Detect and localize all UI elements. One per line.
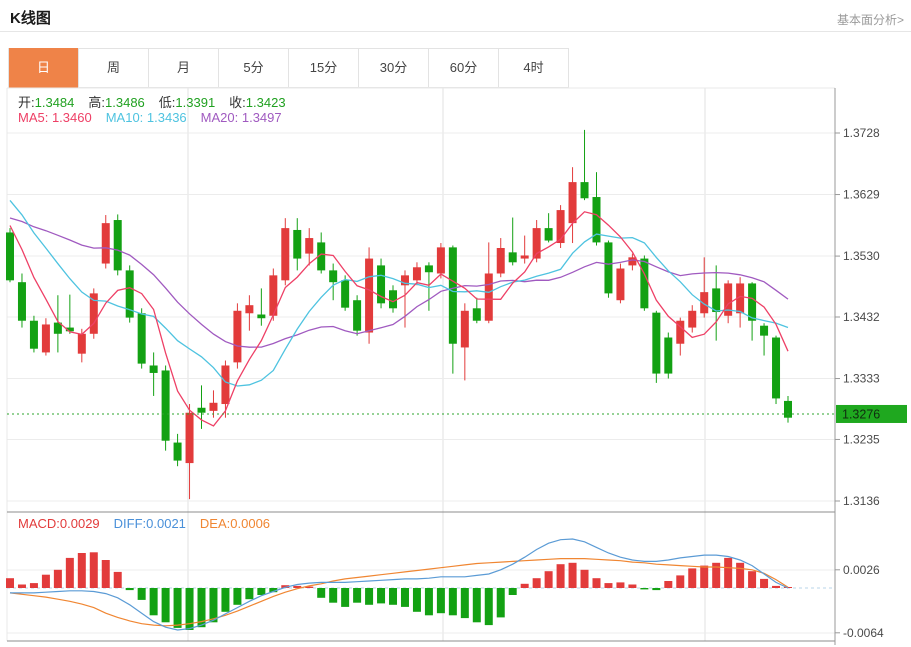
- ma-legend: MA5: 1.3460 MA10: 1.3436 MA20: 1.3497: [18, 110, 296, 125]
- macd-legend-item-1: DIFF:0.0021: [114, 516, 186, 531]
- current-price-badge: 1.3276: [836, 405, 907, 423]
- ma5-line: [10, 212, 788, 426]
- svg-text:1.3432: 1.3432: [843, 310, 880, 324]
- svg-text:1.3728: 1.3728: [843, 126, 880, 140]
- macd-legend: MACD:0.0029 DIFF:0.0021 DEA:0.0006: [18, 516, 284, 531]
- macd-legend-item-2: DEA:0.0006: [200, 516, 270, 531]
- macd-histogram[interactable]: [6, 552, 792, 630]
- candles[interactable]: [6, 130, 792, 499]
- macd-axis-labels: 0.0026 -0.0064: [835, 563, 884, 640]
- ma-legend-item-1: MA10: 1.3436: [106, 110, 187, 125]
- ma-legend-item-2: MA20: 1.3497: [201, 110, 282, 125]
- macd-legend-item-0: MACD:0.0029: [18, 516, 100, 531]
- dea-line: [10, 559, 788, 626]
- svg-text:1.3333: 1.3333: [843, 372, 880, 386]
- price-axis-labels: 1.3728 1.3629 1.3530 1.3432 1.3333 1.3235 1.31…: [835, 126, 880, 508]
- svg-text:1.3629: 1.3629: [843, 188, 880, 202]
- ohlc-item-0: 开:1.3484: [18, 95, 74, 110]
- pane-borders: [7, 88, 835, 645]
- svg-text:0.0026: 0.0026: [843, 563, 880, 577]
- ohlc-legend: 开:1.3484 高:1.3486 低:1.3391 收:1.3423: [18, 92, 300, 111]
- ohlc-item-2: 低:1.3391: [159, 95, 215, 110]
- svg-text:1.3235: 1.3235: [843, 432, 880, 446]
- ohlc-item-1: 高:1.3486: [88, 95, 144, 110]
- ma-legend-item-0: MA5: 1.3460: [18, 110, 92, 125]
- svg-text:1.3276: 1.3276: [842, 407, 880, 421]
- ohlc-item-3: 收:1.3423: [229, 95, 285, 110]
- svg-text:-0.0064: -0.0064: [843, 626, 884, 640]
- svg-text:1.3136: 1.3136: [843, 494, 880, 508]
- svg-text:1.3530: 1.3530: [843, 249, 880, 263]
- gridlines: [7, 88, 835, 641]
